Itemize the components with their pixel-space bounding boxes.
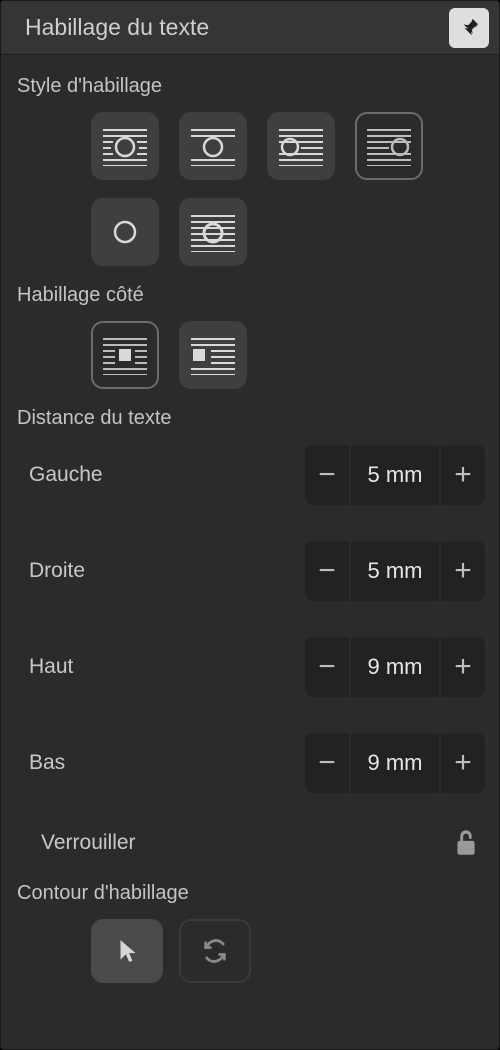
wrap-side-label: Habillage côté [17,284,485,307]
distance-left-row: Gauche − 5 mm + [15,444,485,506]
outline-row [91,919,485,983]
panel-titlebar: Habillage du texte [1,1,499,55]
wrap-style-jump[interactable] [179,112,247,180]
distance-top-label: Haut [15,655,305,679]
distance-label: Distance du texte [17,407,485,430]
wrap-style-inside[interactable] [179,198,247,266]
distance-right-decrement[interactable]: − [305,541,351,601]
distance-top-stepper: − 9 mm + [305,637,485,697]
lock-toggle[interactable] [453,828,479,858]
distance-bottom-decrement[interactable]: − [305,733,351,793]
distance-left-value[interactable]: 5 mm [351,445,439,505]
wrap-style-none[interactable] [91,198,159,266]
wrap-left-icon [277,126,325,166]
wrap-jump-icon [189,126,237,166]
pin-icon [458,17,480,39]
wrap-none-icon [101,212,149,252]
wrap-right-icon [365,126,413,166]
distance-right-value[interactable]: 5 mm [351,541,439,601]
side-largest-icon [189,335,237,375]
pin-button[interactable] [449,8,489,48]
distance-right-label: Droite [15,559,305,583]
wrap-side-row [91,321,485,389]
distance-top-decrement[interactable]: − [305,637,351,697]
wrap-style-around[interactable] [91,112,159,180]
outline-label: Contour d'habillage [17,882,485,905]
side-largest[interactable] [179,321,247,389]
distance-right-row: Droite − 5 mm + [15,540,485,602]
distance-bottom-row: Bas − 9 mm + [15,732,485,794]
distance-right-stepper: − 5 mm + [305,541,485,601]
wrap-around-icon [101,126,149,166]
unlock-icon [453,828,479,858]
distance-left-increment[interactable]: + [439,445,485,505]
distance-bottom-value[interactable]: 9 mm [351,733,439,793]
distance-top-value[interactable]: 9 mm [351,637,439,697]
wrap-inside-icon [189,212,237,252]
distance-top-row: Haut − 9 mm + [15,636,485,698]
distance-right-increment[interactable]: + [439,541,485,601]
refresh-icon [201,937,229,965]
wrap-style-row-1 [91,112,485,180]
cursor-icon [116,938,138,964]
distance-left-decrement[interactable]: − [305,445,351,505]
distance-bottom-label: Bas [15,751,305,775]
side-both-icon [101,335,149,375]
distance-left-stepper: − 5 mm + [305,445,485,505]
distance-left-label: Gauche [15,463,305,487]
side-both[interactable] [91,321,159,389]
wrap-style-left[interactable] [267,112,335,180]
text-wrap-panel: Habillage du texte Style d'habillage [0,0,500,1050]
distance-bottom-increment[interactable]: + [439,733,485,793]
outline-reset-button[interactable] [179,919,251,983]
distance-top-increment[interactable]: + [439,637,485,697]
panel-title: Habillage du texte [25,14,449,41]
wrap-style-label: Style d'habillage [17,75,485,98]
wrap-style-row-2 [91,198,485,266]
distance-bottom-stepper: − 9 mm + [305,733,485,793]
wrap-style-right[interactable] [355,112,423,180]
outline-edit-button[interactable] [91,919,163,983]
lock-label: Verrouiller [15,831,453,855]
lock-row: Verrouiller [15,828,485,858]
